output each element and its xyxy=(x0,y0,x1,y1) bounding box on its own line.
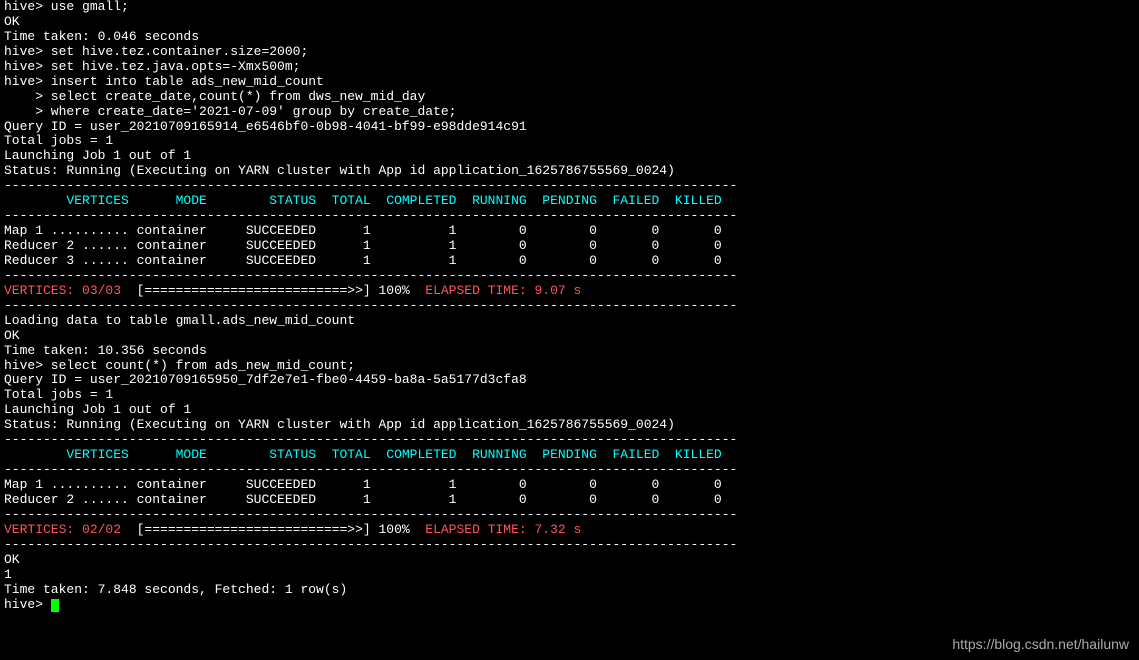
vertices-summary: VERTICES: 03/03 [=======================… xyxy=(4,284,1135,299)
table-separator: ----------------------------------------… xyxy=(4,508,1135,523)
table-header: VERTICES MODE STATUS TOTAL COMPLETED RUN… xyxy=(4,448,1135,463)
elapsed-time: ELAPSED TIME: 9.07 s xyxy=(425,283,620,298)
table-separator: ----------------------------------------… xyxy=(4,463,1135,478)
output-line: Time taken: 10.356 seconds xyxy=(4,344,1135,359)
output-line: Total jobs = 1 xyxy=(4,134,1135,149)
terminal-output[interactable]: hive> use gmall; OK Time taken: 0.046 se… xyxy=(0,0,1139,612)
output-line: Total jobs = 1 xyxy=(4,388,1135,403)
table-separator: ----------------------------------------… xyxy=(4,179,1135,194)
output-line: 1 xyxy=(4,568,1135,583)
vertices-summary: VERTICES: 02/02 [=======================… xyxy=(4,523,1135,538)
watermark: https://blog.csdn.net/hailunw xyxy=(952,636,1129,652)
output-line: hive> use gmall; xyxy=(4,0,1135,15)
output-line: Launching Job 1 out of 1 xyxy=(4,149,1135,164)
vertices-count: VERTICES: 03/03 xyxy=(4,283,121,298)
table-row: Reducer 2 ...... container SUCCEEDED 1 1… xyxy=(4,239,1135,254)
table-row: Reducer 2 ...... container SUCCEEDED 1 1… xyxy=(4,493,1135,508)
output-line: hive> select count(*) from ads_new_mid_c… xyxy=(4,359,1135,374)
output-line: OK xyxy=(4,329,1135,344)
table-row: Map 1 .......... container SUCCEEDED 1 1… xyxy=(4,224,1135,239)
table-separator: ----------------------------------------… xyxy=(4,269,1135,284)
progress-bar: [==========================>>] 100% xyxy=(121,283,425,298)
table-separator: ----------------------------------------… xyxy=(4,299,1135,314)
output-line: OK xyxy=(4,553,1135,568)
output-line: > where create_date='2021-07-09' group b… xyxy=(4,105,1135,120)
output-line: Time taken: 0.046 seconds xyxy=(4,30,1135,45)
table-separator: ----------------------------------------… xyxy=(4,209,1135,224)
table-separator: ----------------------------------------… xyxy=(4,433,1135,448)
output-line: OK xyxy=(4,15,1135,30)
prompt: hive> xyxy=(4,597,51,612)
elapsed-time: ELAPSED TIME: 7.32 s xyxy=(425,522,620,537)
output-line: Loading data to table gmall.ads_new_mid_… xyxy=(4,314,1135,329)
prompt-line[interactable]: hive> xyxy=(4,598,1135,613)
output-line: hive> set hive.tez.java.opts=-Xmx500m; xyxy=(4,60,1135,75)
output-line: Query ID = user_20210709165950_7df2e7e1-… xyxy=(4,373,1135,388)
table-separator: ----------------------------------------… xyxy=(4,538,1135,553)
vertices-count: VERTICES: 02/02 xyxy=(4,522,121,537)
output-line: Time taken: 7.848 seconds, Fetched: 1 ro… xyxy=(4,583,1135,598)
cursor-icon xyxy=(51,599,59,612)
table-row: Map 1 .......... container SUCCEEDED 1 1… xyxy=(4,478,1135,493)
output-line: Status: Running (Executing on YARN clust… xyxy=(4,418,1135,433)
table-row: Reducer 3 ...... container SUCCEEDED 1 1… xyxy=(4,254,1135,269)
output-line: hive> insert into table ads_new_mid_coun… xyxy=(4,75,1135,90)
output-line: hive> set hive.tez.container.size=2000; xyxy=(4,45,1135,60)
output-line: Launching Job 1 out of 1 xyxy=(4,403,1135,418)
output-line: Status: Running (Executing on YARN clust… xyxy=(4,164,1135,179)
progress-bar: [==========================>>] 100% xyxy=(121,522,425,537)
output-line: > select create_date,count(*) from dws_n… xyxy=(4,90,1135,105)
table-header: VERTICES MODE STATUS TOTAL COMPLETED RUN… xyxy=(4,194,1135,209)
output-line: Query ID = user_20210709165914_e6546bf0-… xyxy=(4,120,1135,135)
